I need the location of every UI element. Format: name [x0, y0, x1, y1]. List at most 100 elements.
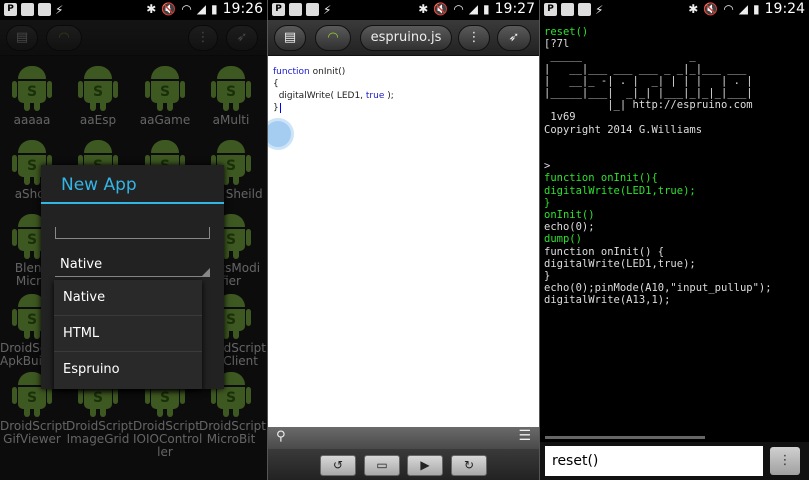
wifi-icon: ◠	[453, 2, 464, 16]
terminal-line: >	[544, 160, 551, 173]
terminal-line: | __|___ ___ ___ _ _|_|___ ___	[544, 62, 747, 75]
code-text: }	[273, 103, 279, 113]
clock: 19:24	[764, 1, 805, 17]
terminal-line: }	[544, 270, 551, 283]
app-launcher-panel: P ⚡ ✱ 🔇 ◠ ◢ ▮ 19:26 ▤ ◠ ⋮ ➶ SaaaaaSaaEsp…	[0, 0, 267, 480]
terminal-line: }	[544, 196, 551, 209]
terminal-line: [?7l	[544, 38, 570, 51]
terminal-line: 1v69	[544, 111, 576, 124]
app-type-dropdown: Native HTML Espruino	[54, 280, 202, 389]
search-bar: ⚲ ☰	[268, 427, 539, 449]
code-text: onInit()	[309, 67, 346, 77]
code-line: function onInit()	[273, 66, 534, 78]
terminal-line: function onInit(){	[544, 172, 658, 185]
terminal-line: _____ _	[544, 50, 696, 63]
battery-icon: ▮	[483, 2, 490, 16]
bolt-notification-icon: ⚡	[595, 3, 604, 17]
book-icon: ▤	[283, 30, 297, 45]
status-bar: P ⚡ ✱ 🔇 ◠ ◢ ▮ 19:27	[268, 0, 539, 20]
menu-button[interactable]: ⋮	[458, 25, 490, 51]
option-html[interactable]: HTML	[54, 316, 202, 352]
code-text: digitalWrite( LED1,	[273, 91, 366, 101]
dialog-title: New App	[61, 175, 137, 195]
app-name-input[interactable]	[55, 227, 210, 239]
hamburger-menu-icon[interactable]: ☰	[518, 428, 531, 444]
undo-icon: ↺	[332, 458, 344, 472]
run-button[interactable]: ➶	[497, 25, 531, 51]
app-type-select[interactable]: Native	[55, 253, 210, 277]
signal-icon: ◢	[738, 2, 749, 16]
terminal-line: onInit()	[544, 209, 595, 222]
p-notification-icon: P	[272, 3, 285, 16]
screen-button[interactable]: ▭	[364, 455, 400, 476]
terminal-line: function onInit() {	[544, 245, 665, 258]
app-type-selected-value: Native	[60, 257, 103, 272]
signal-icon: ◢	[196, 2, 207, 16]
terminal-line: |_____|___| _|_| |___|_|_|_|___|	[544, 87, 753, 100]
status-bar: P ⚡ ✱ 🔇 ◠ ◢ ▮ 19:24	[540, 0, 809, 20]
code-line: digitalWrite( LED1, true );	[273, 90, 534, 102]
dropdown-arrow-icon	[202, 268, 210, 276]
file-tab[interactable]: espruino.js	[360, 25, 452, 51]
undo-button[interactable]: ↺	[320, 455, 356, 476]
text-cursor	[279, 103, 281, 113]
code-editor-panel: P ⚡ ✱ 🔇 ◠ ◢ ▮ 19:27 ▤ ◠ espruino.js ⋮ ➶ …	[268, 0, 539, 480]
monitor-icon: ▭	[376, 458, 388, 472]
play-icon: ▶	[420, 458, 430, 472]
code-line: }	[273, 102, 534, 114]
battery-icon: ▮	[211, 2, 218, 16]
chat-notification-icon	[561, 3, 574, 16]
horizontal-scrollbar[interactable]	[545, 436, 705, 439]
editor-action-bar: ↺ ▭ ▶ ↻	[268, 449, 539, 480]
photo-notification-icon	[578, 3, 591, 16]
signal-icon: ◢	[468, 2, 479, 16]
terminal-line: reset()	[544, 26, 589, 38]
bluetooth-icon: ✱	[688, 2, 699, 16]
terminal-line: digitalWrite(A13,1);	[544, 294, 671, 307]
terminal-panel: P ⚡ ✱ 🔇 ◠ ◢ ▮ 19:24 reset() [?7l _____ _ |…	[540, 0, 809, 480]
p-notification-icon: P	[544, 3, 557, 16]
status-bar: P ⚡ ✱ 🔇 ◠ ◢ ▮ 19:26	[0, 0, 267, 20]
terminal-command-input[interactable]: reset()	[545, 446, 763, 476]
terminal-output: reset() [?7l _____ _ | __|___ ___ ___ _ _|…	[544, 26, 806, 436]
docs-button[interactable]: ▤	[274, 25, 306, 51]
terminal-line: dump()	[544, 233, 582, 246]
terminal-line: | __|_ -| . | _| | | | | . |	[544, 74, 753, 87]
terminal-menu-button[interactable]: ⋮	[770, 447, 800, 475]
bolt-notification-icon: ⚡	[55, 3, 64, 17]
option-espruino[interactable]: Espruino	[54, 352, 202, 388]
terminal-line: |_| http://espruino.com	[544, 99, 753, 112]
wifi-icon: ◠	[327, 30, 339, 45]
clock: 19:26	[222, 1, 263, 17]
keyword: function	[273, 67, 310, 77]
dialog-title-divider	[41, 202, 224, 204]
play-button[interactable]: ▶	[407, 455, 443, 476]
terminal-line: Copyright 2014 G.Williams	[544, 123, 703, 136]
code-text: );	[384, 91, 394, 101]
mute-icon: 🔇	[433, 2, 449, 16]
chat-notification-icon	[289, 3, 302, 16]
terminal-line: digitalWrite(LED1,true);	[544, 257, 696, 270]
bluetooth-icon: ✱	[146, 2, 157, 16]
photo-notification-icon	[306, 3, 319, 16]
file-tab-label: espruino.js	[370, 30, 442, 45]
search-icon[interactable]: ⚲	[276, 429, 286, 444]
wifi-icon: ◠	[181, 2, 192, 16]
option-native[interactable]: Native	[54, 280, 202, 316]
mute-icon: 🔇	[703, 2, 719, 16]
toolbar: ▤ ◠ espruino.js ⋮ ➶	[268, 20, 539, 56]
terminal-line: echo(0);pinMode(A10,"input_pullup");	[544, 282, 772, 295]
battery-icon: ▮	[753, 2, 760, 16]
chat-notification-icon	[21, 3, 34, 16]
terminal-line: digitalWrite(LED1,true);	[544, 184, 696, 197]
more-vert-icon: ⋮	[778, 453, 792, 468]
wifi-button[interactable]: ◠	[315, 25, 351, 51]
code-editor[interactable]: function onInit() { digitalWrite( LED1, …	[268, 56, 539, 426]
clock: 19:27	[494, 1, 535, 17]
redo-button[interactable]: ↻	[451, 455, 487, 476]
bolt-notification-icon: ⚡	[323, 3, 332, 17]
terminal-input-bar: reset() ⋮	[540, 442, 809, 480]
keyword: true	[365, 91, 385, 101]
